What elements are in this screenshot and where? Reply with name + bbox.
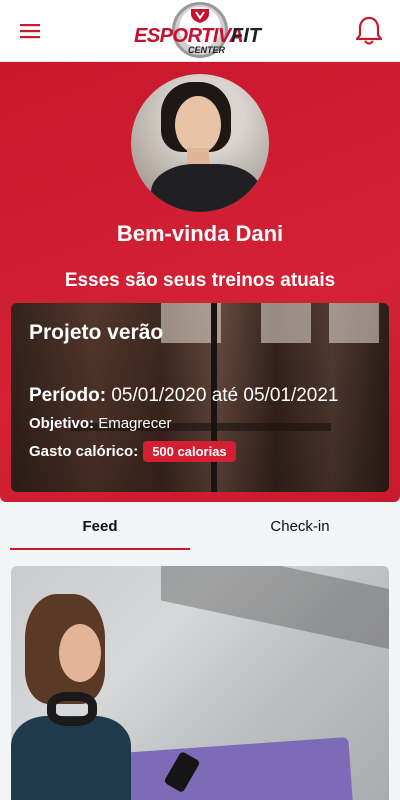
objective-value: Emagrecer [98, 415, 172, 432]
period-label: Período: [29, 385, 107, 406]
objective-label: Objetivo: [29, 415, 95, 432]
workout-title: Projeto verão [29, 321, 164, 344]
workout-objective: Objetivo: Emagrecer [29, 415, 172, 432]
tab-bar: Feed Check-in [0, 502, 400, 552]
calories-badge: 500 calorias [143, 441, 236, 462]
bell-icon[interactable] [355, 15, 383, 47]
tab-feed[interactable]: Feed [10, 502, 190, 552]
avatar-top [151, 164, 261, 212]
tab-check-in[interactable]: Check-in [210, 502, 390, 552]
workout-period: Período: 05/01/2020 até 05/01/2021 [29, 385, 339, 407]
workout-calories: Gasto calórico: 500 calorias [29, 441, 236, 462]
avatar[interactable] [131, 74, 269, 212]
logo-word-fit: FIT [231, 25, 261, 47]
feed-post-image[interactable] [11, 566, 389, 800]
calories-label: Gasto calórico: [29, 443, 139, 460]
workout-card[interactable]: Projeto verão Período: 05/01/2020 até 05… [11, 303, 389, 492]
top-app-bar: ESPORTIVA FIT CENTER [0, 0, 400, 62]
logo-shield-icon [191, 9, 209, 23]
feed-headphones [47, 692, 97, 726]
gym-window [261, 303, 311, 343]
hamburger-menu-icon[interactable] [18, 19, 44, 43]
feed-person-torso [11, 716, 131, 800]
esportiva-fit-center-logo: ESPORTIVA FIT CENTER [132, 2, 268, 60]
greeting-title: Bem-vinda Dani [116, 221, 284, 246]
feed-shadow [161, 566, 389, 652]
active-tab-indicator [10, 548, 190, 550]
gym-window [329, 303, 379, 343]
feed-person-face [59, 624, 101, 682]
period-value: 05/01/2020 até 05/01/2021 [111, 385, 339, 406]
hero-section: Bem-vinda Dani Esses são seus treinos at… [0, 62, 400, 502]
avatar-face [175, 96, 221, 154]
logo-word-center: CENTER [188, 45, 226, 55]
workouts-subtitle: Esses são seus treinos atuais [64, 270, 336, 291]
